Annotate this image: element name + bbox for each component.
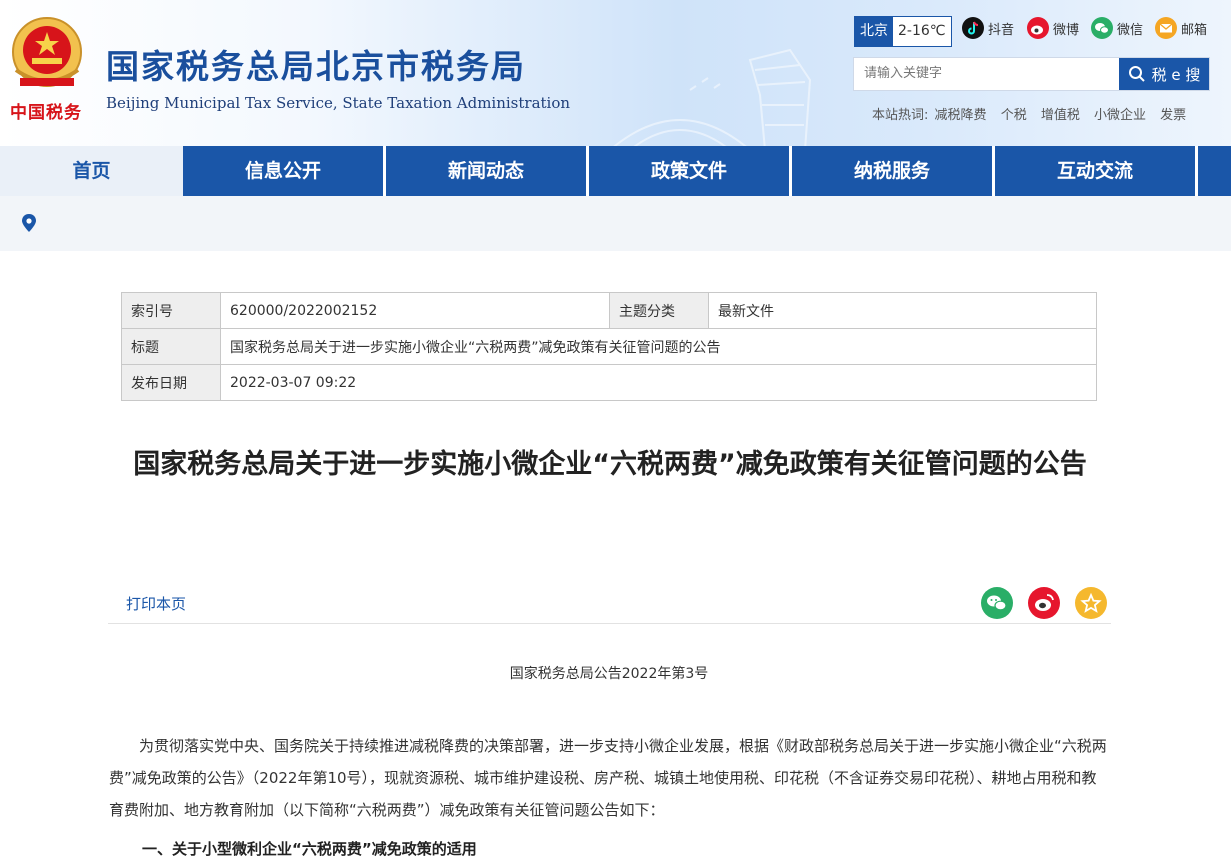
wechat-label: 微信 xyxy=(1117,22,1144,38)
weather-widget: 北京 2-16℃ xyxy=(854,16,952,47)
weibo-icon xyxy=(1027,17,1049,39)
weather-city: 北京 xyxy=(855,17,893,46)
weather-temp: 2-16℃ xyxy=(898,23,946,39)
skyline-decoration xyxy=(613,48,812,146)
print-link[interactable]: 打印本页 xyxy=(126,593,186,614)
site-subtitle: Beijing Municipal Tax Service, State Tax… xyxy=(106,94,571,112)
main-nav: 首页 信息公开 新闻动态 政策文件 纳税服务 互动交流 xyxy=(0,146,1231,196)
tax-emblem-icon xyxy=(12,17,82,87)
meta-value: 最新文件 xyxy=(708,292,1097,329)
meta-key: 主题分类 xyxy=(609,292,709,329)
article-paragraph: 为贯彻落实党中央、国务院关于持续推进减税降费的决策部署，进一步支持小微企业发展，… xyxy=(109,737,1107,819)
hot-word-link[interactable]: 减税降费 xyxy=(935,108,987,123)
nav-policy-documents[interactable]: 政策文件 xyxy=(589,146,792,196)
weibo-label: 微博 xyxy=(1053,22,1080,38)
star-icon xyxy=(1080,592,1102,613)
nav-news[interactable]: 新闻动态 xyxy=(386,146,589,196)
table-row: 发布日期 2022-03-07 09:22 xyxy=(121,364,1097,401)
douyin-link[interactable]: 抖音 xyxy=(962,17,1014,39)
meta-key: 索引号 xyxy=(121,292,221,329)
wechat-icon xyxy=(987,595,1007,611)
hot-words-label: 本站热词: xyxy=(872,108,929,123)
search-icon xyxy=(1128,66,1145,82)
meta-key: 发布日期 xyxy=(121,364,221,401)
site-title[interactable]: 国家税务总局北京市税务局 xyxy=(106,40,526,88)
meta-key: 标题 xyxy=(121,328,221,365)
site-search: 税 e 搜 xyxy=(853,57,1210,91)
mail-label: 邮箱 xyxy=(1181,22,1208,38)
weibo-icon xyxy=(1035,594,1054,611)
wechat-link[interactable]: 微信 xyxy=(1091,17,1143,39)
document-number: 国家税务总局公告2022年第3号 xyxy=(509,666,709,682)
hot-word-link[interactable]: 小微企业 xyxy=(1094,108,1146,123)
site-header: 中国税务 国家税务总局北京市税务局 Beijing Municipal Tax … xyxy=(0,0,1231,146)
section-heading: 一、关于小型微利企业“六税两费”减免政策的适用 xyxy=(142,840,477,858)
nav-info-disclosure[interactable]: 信息公开 xyxy=(183,146,386,196)
nav-tax-services[interactable]: 纳税服务 xyxy=(792,146,995,196)
meta-value: 国家税务总局关于进一步实施小微企业“六税两费”减免政策有关征管问题的公告 xyxy=(220,328,1097,365)
table-row: 索引号 620000/2022002152 主题分类 最新文件 xyxy=(121,292,1097,329)
wechat-icon xyxy=(1091,17,1113,39)
favorite-button[interactable] xyxy=(1075,587,1107,619)
location-pin-icon xyxy=(22,214,36,232)
share-wechat-button[interactable] xyxy=(981,587,1013,619)
table-row: 标题 国家税务总局关于进一步实施小微企业“六税两费”减免政策有关征管问题的公告 xyxy=(121,328,1097,365)
hot-word-link[interactable]: 增值税 xyxy=(1041,108,1080,123)
article-title: 国家税务总局关于进一步实施小微企业“六税两费”减免政策有关征管问题的公告 xyxy=(133,449,1087,480)
meta-value: 620000/2022002152 xyxy=(220,292,610,329)
share-weibo-button[interactable] xyxy=(1028,587,1060,619)
breadcrumb xyxy=(0,196,1231,251)
article-toolbar: 打印本页 xyxy=(108,585,1111,624)
mail-link[interactable]: 邮箱 xyxy=(1155,17,1207,39)
hot-words: 本站热词: 减税降费 个税 增值税 小微企业 发票 xyxy=(872,104,1196,123)
search-button-label: 税 e 搜 xyxy=(1151,65,1201,84)
weibo-link[interactable]: 微博 xyxy=(1027,17,1079,39)
search-button[interactable]: 税 e 搜 xyxy=(1119,58,1209,90)
meta-value: 2022-03-07 09:22 xyxy=(220,364,1097,401)
china-tax-logotype: 中国税务 xyxy=(10,103,82,123)
douyin-label: 抖音 xyxy=(988,22,1015,38)
douyin-icon xyxy=(962,17,984,39)
document-meta-table: 索引号 620000/2022002152 主题分类 最新文件 标题 国家税务总… xyxy=(121,292,1097,401)
hot-word-link[interactable]: 个税 xyxy=(1001,108,1027,123)
search-input[interactable] xyxy=(854,58,1129,88)
nav-interaction[interactable]: 互动交流 xyxy=(995,146,1198,196)
hot-word-link[interactable]: 发票 xyxy=(1160,108,1186,123)
nav-home[interactable]: 首页 xyxy=(0,146,183,196)
mail-icon xyxy=(1155,17,1177,39)
